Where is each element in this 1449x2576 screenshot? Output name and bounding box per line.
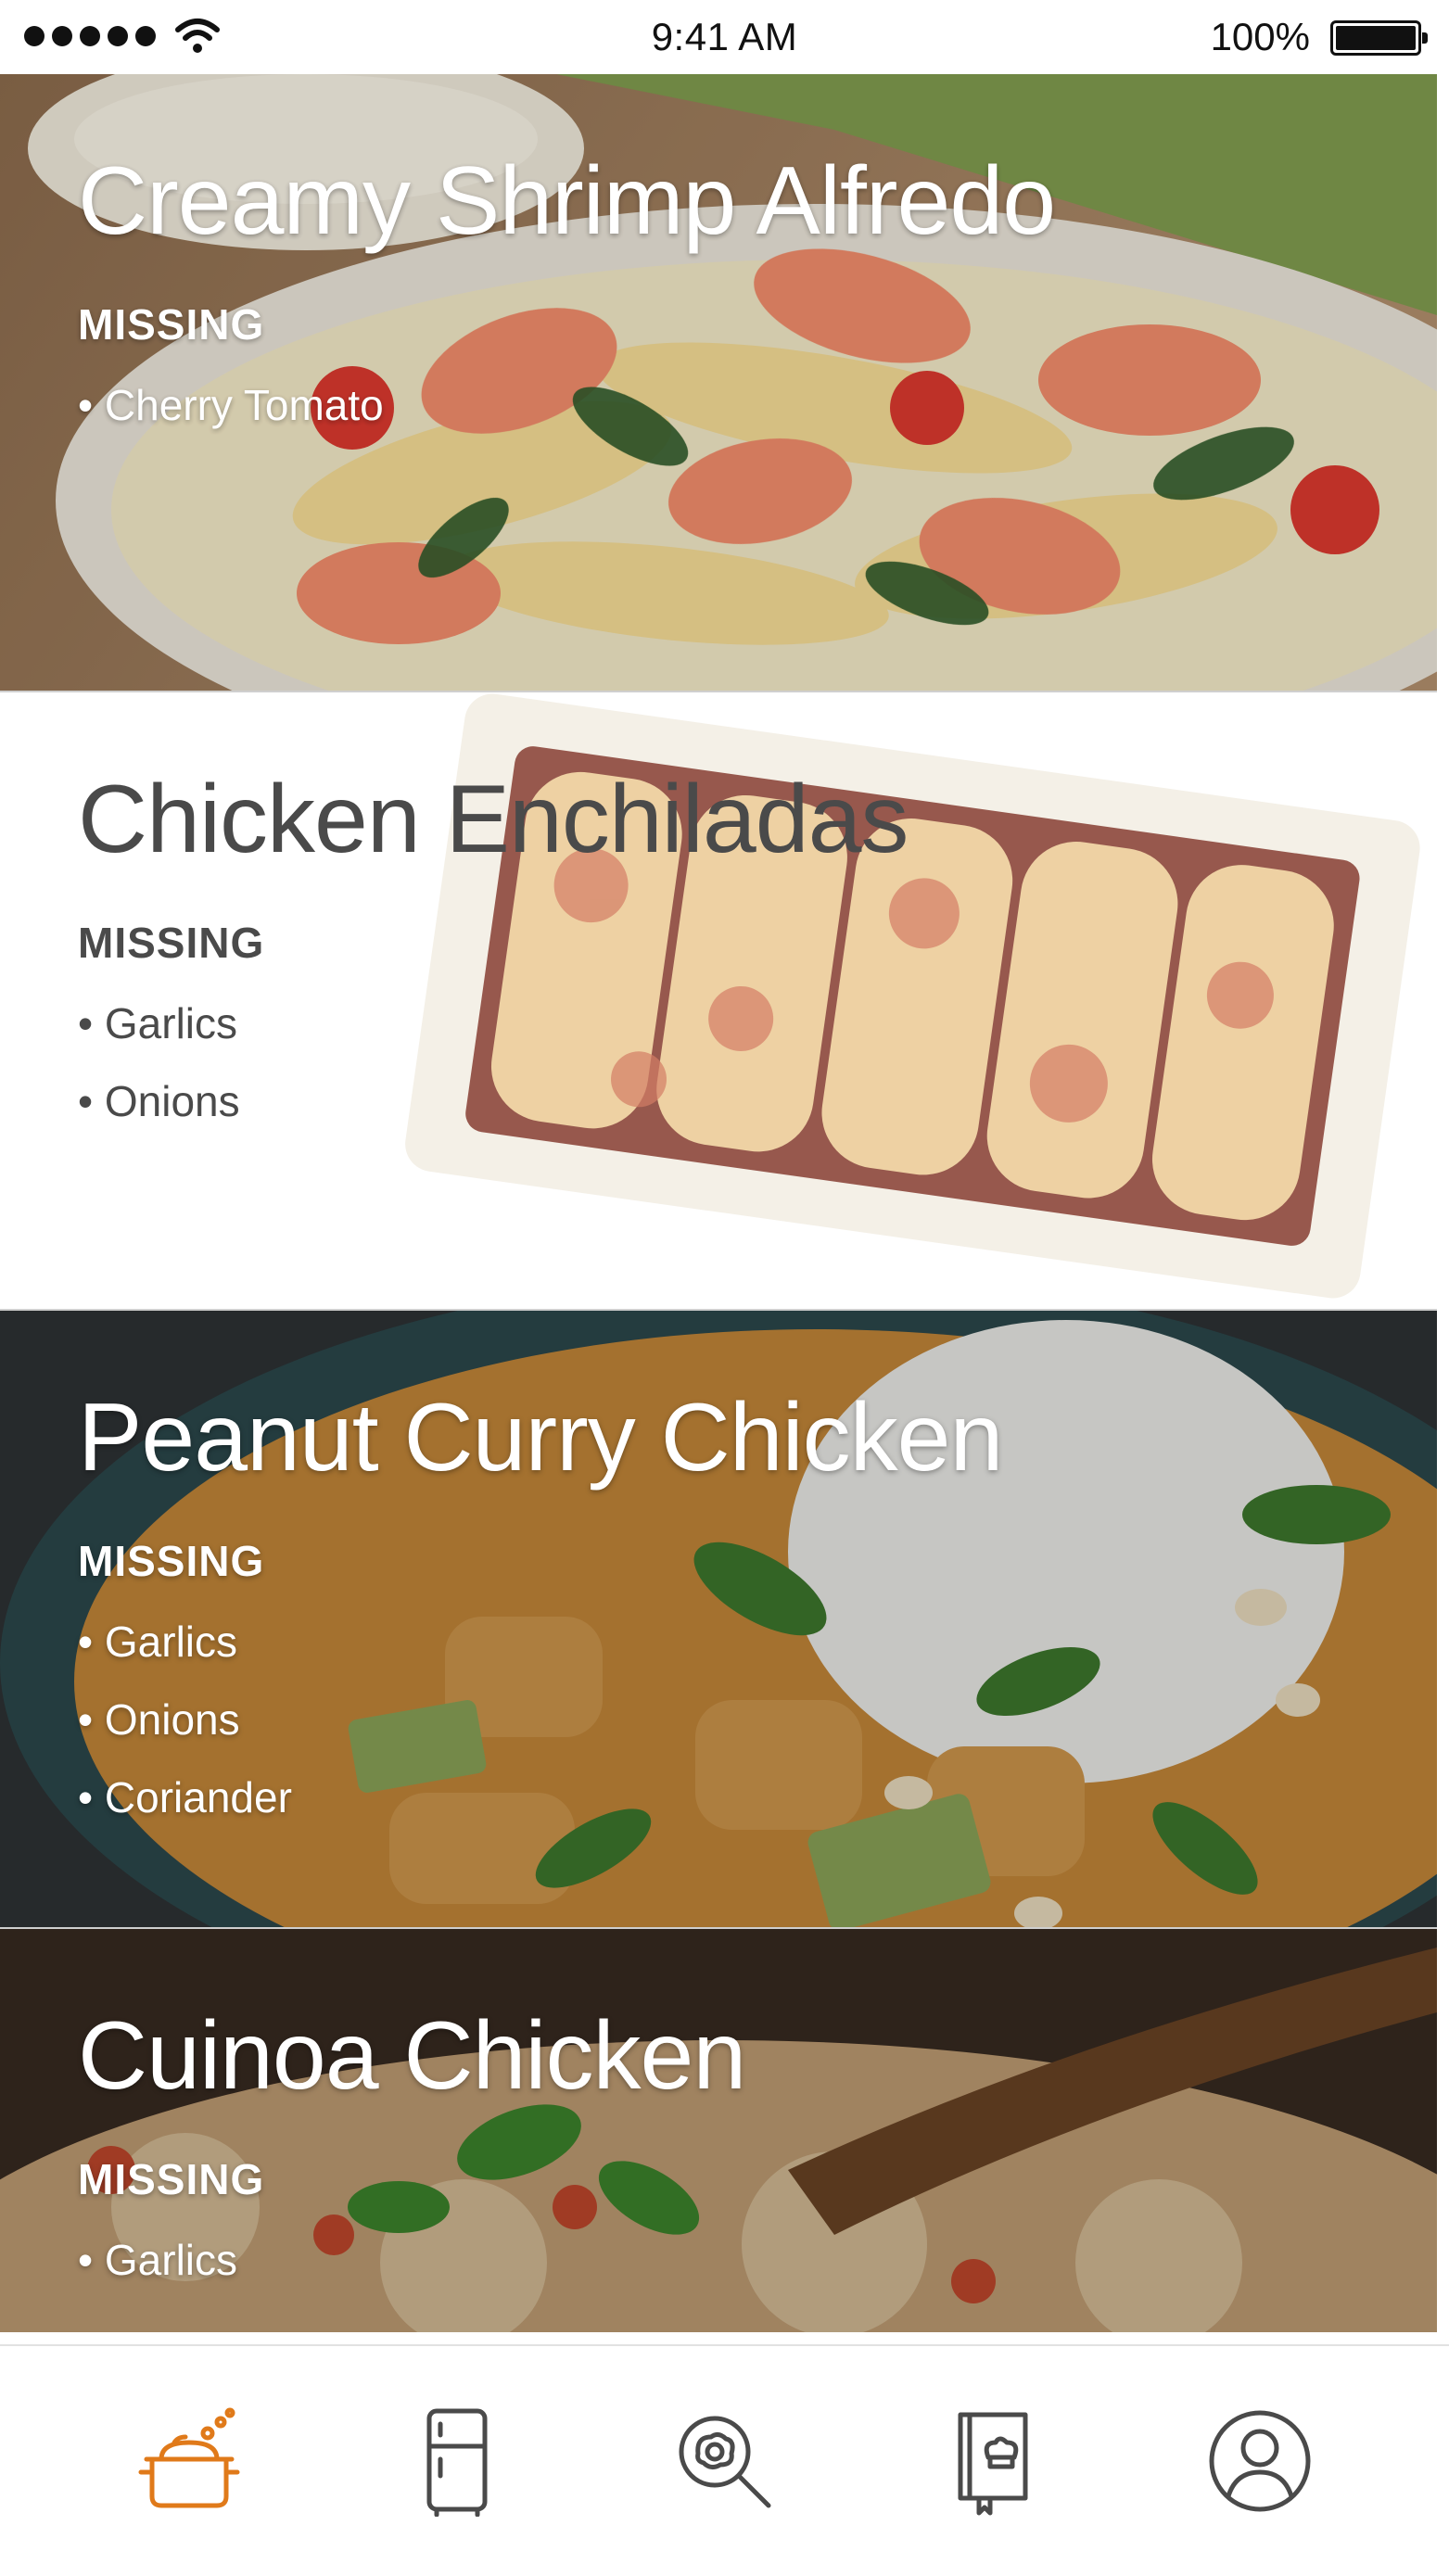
profile-icon [1209,2410,1311,2512]
missing-ingredient: Onions [78,1681,1400,1758]
status-bar: 9:41 AM 100% [0,0,1449,74]
recipe-card[interactable]: Peanut Curry Chicken MISSING Garlics Oni… [0,1311,1437,1929]
recipe-card[interactable]: Cuinoa Chicken MISSING Garlics [0,1929,1437,2332]
missing-label: MISSING [78,1537,265,1585]
missing-ingredient: Garlics [78,984,1400,1062]
missing-ingredients-list: Garlics [78,2221,1400,2299]
missing-ingredients-list: Garlics Onions Coriander [78,1603,1400,1836]
tab-bar [0,2344,1449,2576]
search-recipe-icon [679,2416,771,2508]
recipe-title: Creamy Shrimp Alfredo [78,147,1056,255]
tab-fridge[interactable] [397,2401,517,2521]
tab-recipes[interactable] [129,2401,249,2521]
tab-cookbook[interactable] [932,2401,1052,2521]
battery-percentage: 100% [1210,15,1310,58]
missing-label: MISSING [78,2155,265,2203]
missing-ingredient: Cherry Tomato [78,366,1400,444]
missing-ingredients-list: Garlics Onions [78,984,1400,1140]
recipe-list: Creamy Shrimp Alfredo MISSING Cherry Tom… [0,74,1437,2332]
missing-ingredient: Garlics [78,1603,1400,1681]
fridge-icon [426,2408,488,2517]
missing-ingredient: Onions [78,1062,1400,1140]
missing-ingredients-list: Cherry Tomato [78,366,1400,444]
missing-label: MISSING [78,300,265,349]
recipe-title: Chicken Enchiladas [78,766,909,873]
missing-ingredient: Garlics [78,2221,1400,2299]
recipe-title: Cuinoa Chicken [78,2002,746,2110]
missing-label: MISSING [78,919,265,967]
tab-search[interactable] [664,2401,784,2521]
cooking-pot-icon [138,2407,240,2508]
missing-ingredient: Coriander [78,1758,1400,1836]
tab-profile[interactable] [1200,2401,1320,2521]
recipe-card[interactable]: Chicken Enchiladas MISSING Garlics Onion… [0,692,1437,1311]
recipe-title: Peanut Curry Chicken [78,1384,1003,1491]
recipe-card[interactable]: Creamy Shrimp Alfredo MISSING Cherry Tom… [0,74,1437,692]
cookbook-icon [958,2412,1028,2516]
battery-icon [1330,20,1428,56]
